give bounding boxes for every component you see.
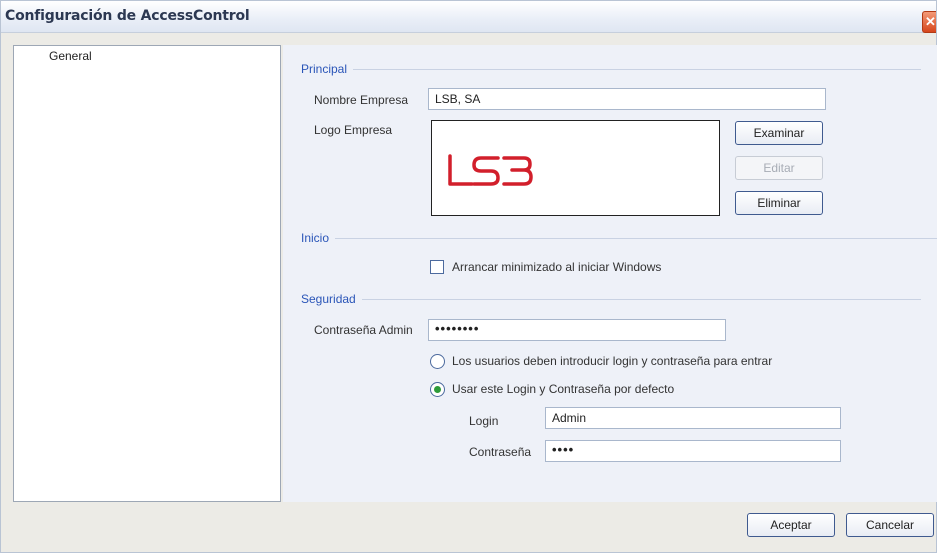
group-title-principal: Principal bbox=[301, 62, 354, 76]
logo-label: Logo Empresa bbox=[314, 123, 393, 137]
sidebar: General bbox=[13, 45, 281, 502]
require-login-radio[interactable] bbox=[430, 354, 445, 369]
login-input[interactable]: Admin bbox=[545, 407, 841, 429]
group-inicio: Inicio bbox=[301, 231, 937, 247]
sidebar-item-general[interactable]: General bbox=[49, 49, 92, 63]
password-input[interactable]: •••• bbox=[545, 440, 841, 462]
group-divider bbox=[301, 238, 937, 239]
settings-window: Configuración de AccessControl ✕ General… bbox=[0, 0, 937, 553]
company-name-input[interactable]: LSB, SA bbox=[428, 88, 826, 110]
window-title: Configuración de AccessControl bbox=[5, 8, 250, 24]
group-title-seguridad: Seguridad bbox=[301, 292, 362, 306]
default-login-label[interactable]: Usar este Login y Contraseña por defecto bbox=[452, 382, 674, 396]
login-label: Login bbox=[469, 414, 499, 428]
group-seguridad: Seguridad bbox=[301, 292, 921, 308]
group-divider bbox=[301, 69, 921, 70]
company-logo bbox=[448, 154, 533, 186]
dialog-footer: Aceptar Cancelar bbox=[1, 502, 936, 552]
group-title-inicio: Inicio bbox=[301, 231, 336, 245]
browse-button[interactable]: Examinar bbox=[735, 121, 823, 145]
settings-panel: Principal Nombre Empresa LSB, SA Logo Em… bbox=[283, 45, 937, 502]
start-minimized-checkbox[interactable] bbox=[430, 260, 444, 274]
close-button[interactable]: ✕ bbox=[922, 11, 936, 33]
logo-preview bbox=[431, 120, 720, 216]
default-login-radio[interactable] bbox=[430, 382, 445, 397]
edit-button[interactable]: Editar bbox=[735, 156, 823, 180]
group-principal: Principal bbox=[301, 62, 921, 78]
group-divider bbox=[301, 299, 921, 300]
title-bar[interactable]: Configuración de AccessControl ✕ bbox=[1, 1, 936, 33]
require-login-label[interactable]: Los usuarios deben introducir login y co… bbox=[452, 354, 772, 368]
close-icon: ✕ bbox=[925, 14, 936, 29]
start-minimized-label[interactable]: Arrancar minimizado al iniciar Windows bbox=[452, 260, 661, 274]
password-label: Contraseña bbox=[469, 445, 532, 459]
company-name-label: Nombre Empresa bbox=[314, 93, 409, 107]
admin-password-input[interactable]: •••••••• bbox=[428, 319, 726, 341]
accept-button[interactable]: Aceptar bbox=[747, 513, 835, 537]
delete-button[interactable]: Eliminar bbox=[735, 191, 823, 215]
cancel-button[interactable]: Cancelar bbox=[846, 513, 934, 537]
admin-password-label: Contraseña Admin bbox=[314, 323, 413, 337]
